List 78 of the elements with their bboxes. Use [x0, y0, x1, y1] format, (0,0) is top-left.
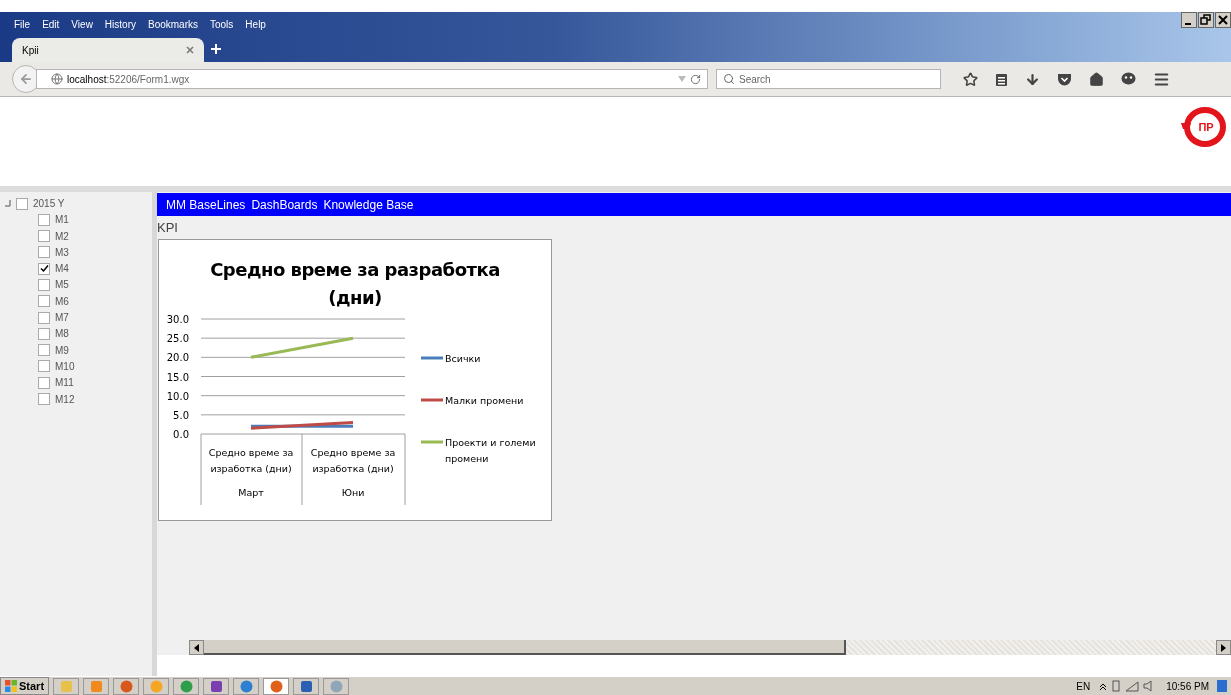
search-field[interactable]: Search — [716, 69, 941, 89]
home-icon[interactable] — [1089, 71, 1104, 87]
language-indicator[interactable]: EN — [1076, 680, 1091, 692]
tree-label: M10 — [55, 360, 75, 372]
legend-label: Всички — [445, 352, 481, 364]
tree-label: M8 — [55, 328, 69, 340]
category-header: Средно време за изработка (дни) — [310, 447, 396, 474]
close-icon[interactable] — [1215, 12, 1231, 28]
tree-label: M7 — [55, 312, 69, 324]
tree-label: M3 — [55, 246, 69, 258]
category-label: Март — [238, 487, 264, 498]
windows-logo-icon — [5, 680, 17, 692]
clipboard-icon[interactable] — [995, 71, 1008, 87]
clock: 10:56 PM — [1166, 680, 1209, 692]
dropdown-icon[interactable] — [678, 76, 686, 82]
menu-item[interactable]: Bookmarks — [142, 18, 204, 30]
logo: ПР — [1179, 105, 1227, 149]
tree-label: M11 — [55, 377, 74, 389]
checkbox[interactable] — [38, 393, 50, 406]
horizontal-scrollbar[interactable] — [189, 640, 1231, 655]
address-field[interactable]: localhost:52206/Form1.wgx — [36, 69, 708, 89]
axis-tick-label: 10.0 — [166, 390, 189, 402]
checkbox[interactable] — [38, 262, 50, 275]
axis-tick-label: 0.0 — [173, 429, 189, 440]
menu-item[interactable]: Tools — [204, 18, 240, 30]
menu-icon[interactable] — [1153, 70, 1170, 88]
start-button[interactable]: Start — [0, 677, 50, 695]
restore-icon[interactable] — [1198, 12, 1214, 28]
checkbox[interactable] — [38, 213, 50, 226]
chart-title: Средно време за разработка (дни) — [209, 258, 501, 310]
category-header: Средно време за изработка (дни) — [208, 447, 294, 474]
tree-label: M6 — [55, 295, 69, 307]
checkbox[interactable] — [38, 327, 50, 340]
tree-label: M5 — [55, 279, 69, 291]
tree-expander-icon[interactable] — [4, 200, 11, 207]
axis-tick-label: 20.0 — [166, 352, 189, 364]
menu-item[interactable]: View — [65, 18, 99, 30]
menu-item[interactable]: History — [98, 18, 142, 30]
tree-label: M2 — [55, 230, 69, 242]
tree-label: M1 — [55, 214, 69, 226]
checkbox[interactable] — [16, 197, 28, 210]
menu-item[interactable]: Help — [239, 18, 272, 30]
menu-item[interactable]: Edit — [36, 18, 66, 30]
tree-label: M4 — [55, 263, 69, 275]
checkbox[interactable] — [38, 376, 50, 389]
legend-label: Проекти и големи промени — [445, 436, 536, 464]
section-title: KPI — [157, 219, 179, 237]
scroll-right-icon[interactable] — [1221, 643, 1226, 652]
tree-label: M9 — [55, 344, 69, 356]
nav-link[interactable]: DashBoards — [251, 197, 318, 212]
checkbox[interactable] — [38, 295, 50, 308]
axis-tick-label: 30.0 — [166, 314, 189, 325]
checkbox[interactable] — [38, 360, 50, 373]
axis-tick-label: 25.0 — [166, 333, 189, 345]
chat-icon[interactable] — [1121, 72, 1136, 86]
checkbox[interactable] — [38, 279, 50, 291]
bookmark-star-icon[interactable] — [963, 71, 978, 87]
search-icon — [723, 73, 735, 85]
checkbox[interactable] — [38, 311, 50, 324]
download-icon[interactable] — [1025, 71, 1040, 87]
shield-icon[interactable] — [1057, 72, 1072, 86]
axis-tick-label: 5.0 — [173, 409, 189, 421]
category-label: Юни — [341, 487, 365, 498]
new-tab-icon[interactable] — [210, 43, 222, 55]
nav-link[interactable]: MM BaseLines — [166, 197, 246, 212]
checkbox[interactable] — [38, 246, 50, 259]
legend-label: Малки промени — [445, 394, 524, 406]
reload-icon[interactable] — [690, 73, 701, 85]
axis-tick-label: 15.0 — [166, 371, 189, 383]
menu-item[interactable]: File — [8, 18, 37, 30]
nav-link[interactable]: Knowledge Base — [323, 197, 414, 212]
tree-label: M12 — [55, 393, 75, 405]
checkbox[interactable] — [38, 230, 50, 243]
tree-label: 2015 Y — [33, 198, 65, 209]
scroll-left-icon[interactable] — [194, 643, 199, 652]
checkbox[interactable] — [38, 344, 50, 357]
browser-tab[interactable]: Kpii — [12, 38, 204, 62]
minimize-icon[interactable] — [1181, 12, 1197, 28]
